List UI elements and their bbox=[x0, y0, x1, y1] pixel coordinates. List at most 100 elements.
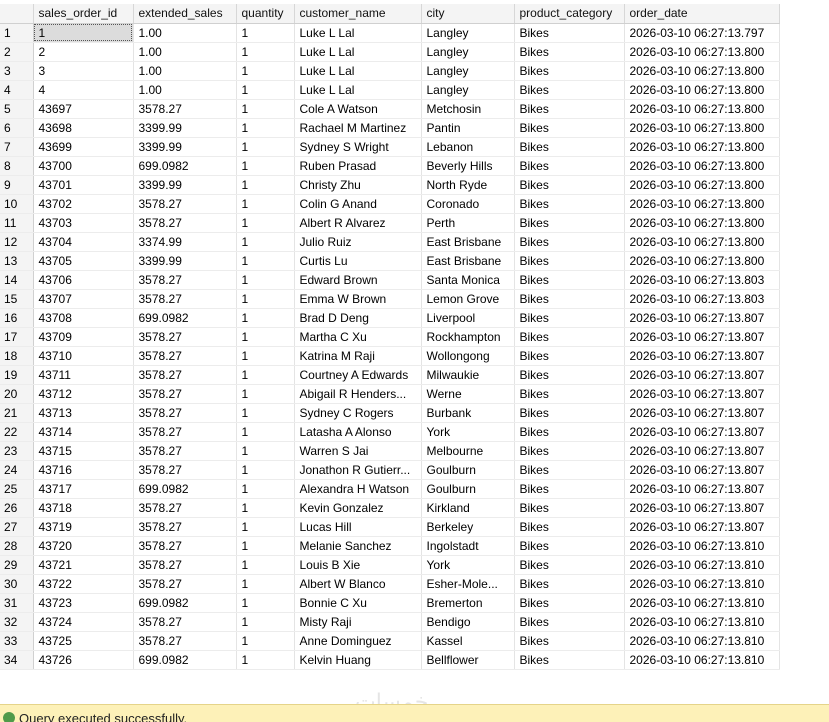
cell-city[interactable]: Langley bbox=[421, 23, 514, 42]
cell-customer-name[interactable]: Melanie Sanchez bbox=[294, 536, 421, 555]
cell-order-date[interactable]: 2026-03-10 06:27:13.807 bbox=[624, 517, 779, 536]
row-number[interactable]: 26 bbox=[0, 498, 33, 517]
cell-quantity[interactable]: 1 bbox=[236, 612, 294, 631]
table-row[interactable]: 23437153578.271Warren S JaiMelbourneBike… bbox=[0, 441, 779, 460]
row-number[interactable]: 7 bbox=[0, 137, 33, 156]
cell-order-date[interactable]: 2026-03-10 06:27:13.800 bbox=[624, 251, 779, 270]
cell-city[interactable]: East Brisbane bbox=[421, 251, 514, 270]
cell-city[interactable]: Melbourne bbox=[421, 441, 514, 460]
column-header-sales-order-id[interactable]: sales_order_id bbox=[33, 4, 133, 23]
cell-product-category[interactable]: Bikes bbox=[514, 80, 624, 99]
cell-order-date[interactable]: 2026-03-10 06:27:13.800 bbox=[624, 80, 779, 99]
cell-extended-sales[interactable]: 3399.99 bbox=[133, 251, 236, 270]
cell-product-category[interactable]: Bikes bbox=[514, 270, 624, 289]
cell-quantity[interactable]: 1 bbox=[236, 365, 294, 384]
cell-customer-name[interactable]: Kevin Gonzalez bbox=[294, 498, 421, 517]
row-number[interactable]: 17 bbox=[0, 327, 33, 346]
cell-extended-sales[interactable]: 3578.27 bbox=[133, 346, 236, 365]
cell-order-date[interactable]: 2026-03-10 06:27:13.800 bbox=[624, 156, 779, 175]
cell-extended-sales[interactable]: 3399.99 bbox=[133, 118, 236, 137]
cell-extended-sales[interactable]: 3578.27 bbox=[133, 403, 236, 422]
cell-quantity[interactable]: 1 bbox=[236, 156, 294, 175]
row-number[interactable]: 5 bbox=[0, 99, 33, 118]
cell-order-date[interactable]: 2026-03-10 06:27:13.800 bbox=[624, 99, 779, 118]
cell-city[interactable]: Lemon Grove bbox=[421, 289, 514, 308]
cell-extended-sales[interactable]: 3578.27 bbox=[133, 194, 236, 213]
cell-extended-sales[interactable]: 1.00 bbox=[133, 42, 236, 61]
cell-product-category[interactable]: Bikes bbox=[514, 403, 624, 422]
cell-sales-order-id[interactable]: 43699 bbox=[33, 137, 133, 156]
cell-city[interactable]: Milwaukie bbox=[421, 365, 514, 384]
cell-city[interactable]: Santa Monica bbox=[421, 270, 514, 289]
table-row[interactable]: 24437163578.271Jonathon R Gutierr...Goul… bbox=[0, 460, 779, 479]
cell-customer-name[interactable]: Warren S Jai bbox=[294, 441, 421, 460]
cell-quantity[interactable]: 1 bbox=[236, 80, 294, 99]
cell-product-category[interactable]: Bikes bbox=[514, 99, 624, 118]
cell-order-date[interactable]: 2026-03-10 06:27:13.797 bbox=[624, 23, 779, 42]
cell-customer-name[interactable]: Edward Brown bbox=[294, 270, 421, 289]
cell-city[interactable]: Pantin bbox=[421, 118, 514, 137]
cell-quantity[interactable]: 1 bbox=[236, 194, 294, 213]
cell-product-category[interactable]: Bikes bbox=[514, 251, 624, 270]
table-row[interactable]: 441.001Luke L LalLangleyBikes2026-03-10 … bbox=[0, 80, 779, 99]
cell-quantity[interactable]: 1 bbox=[236, 213, 294, 232]
cell-extended-sales[interactable]: 3578.27 bbox=[133, 213, 236, 232]
cell-sales-order-id[interactable]: 43721 bbox=[33, 555, 133, 574]
cell-sales-order-id[interactable]: 43724 bbox=[33, 612, 133, 631]
cell-customer-name[interactable]: Lucas Hill bbox=[294, 517, 421, 536]
cell-order-date[interactable]: 2026-03-10 06:27:13.800 bbox=[624, 118, 779, 137]
cell-product-category[interactable]: Bikes bbox=[514, 631, 624, 650]
cell-quantity[interactable]: 1 bbox=[236, 232, 294, 251]
row-number[interactable]: 18 bbox=[0, 346, 33, 365]
cell-customer-name[interactable]: Jonathon R Gutierr... bbox=[294, 460, 421, 479]
cell-customer-name[interactable]: Rachael M Martinez bbox=[294, 118, 421, 137]
cell-customer-name[interactable]: Emma W Brown bbox=[294, 289, 421, 308]
cell-product-category[interactable]: Bikes bbox=[514, 232, 624, 251]
cell-order-date[interactable]: 2026-03-10 06:27:13.810 bbox=[624, 631, 779, 650]
cell-customer-name[interactable]: Colin G Anand bbox=[294, 194, 421, 213]
cell-quantity[interactable]: 1 bbox=[236, 289, 294, 308]
cell-quantity[interactable]: 1 bbox=[236, 384, 294, 403]
cell-extended-sales[interactable]: 3578.27 bbox=[133, 99, 236, 118]
cell-order-date[interactable]: 2026-03-10 06:27:13.807 bbox=[624, 479, 779, 498]
table-row[interactable]: 111.001Luke L LalLangleyBikes2026-03-10 … bbox=[0, 23, 779, 42]
cell-customer-name[interactable]: Albert W Blanco bbox=[294, 574, 421, 593]
cell-quantity[interactable]: 1 bbox=[236, 479, 294, 498]
row-number[interactable]: 2 bbox=[0, 42, 33, 61]
cell-city[interactable]: Wollongong bbox=[421, 346, 514, 365]
cell-extended-sales[interactable]: 3578.27 bbox=[133, 517, 236, 536]
cell-product-category[interactable]: Bikes bbox=[514, 650, 624, 669]
cell-city[interactable]: Coronado bbox=[421, 194, 514, 213]
cell-city[interactable]: Bendigo bbox=[421, 612, 514, 631]
row-number[interactable]: 10 bbox=[0, 194, 33, 213]
cell-extended-sales[interactable]: 3578.27 bbox=[133, 289, 236, 308]
cell-extended-sales[interactable]: 3578.27 bbox=[133, 555, 236, 574]
cell-extended-sales[interactable]: 1.00 bbox=[133, 23, 236, 42]
cell-customer-name[interactable]: Martha C Xu bbox=[294, 327, 421, 346]
cell-sales-order-id[interactable]: 43716 bbox=[33, 460, 133, 479]
cell-product-category[interactable]: Bikes bbox=[514, 42, 624, 61]
row-number[interactable]: 15 bbox=[0, 289, 33, 308]
cell-sales-order-id[interactable]: 43719 bbox=[33, 517, 133, 536]
cell-customer-name[interactable]: Alexandra H Watson bbox=[294, 479, 421, 498]
cell-order-date[interactable]: 2026-03-10 06:27:13.810 bbox=[624, 555, 779, 574]
cell-city[interactable]: Bremerton bbox=[421, 593, 514, 612]
results-grid[interactable]: sales_order_idextended_salesquantitycust… bbox=[0, 0, 829, 704]
cell-city[interactable]: Goulburn bbox=[421, 460, 514, 479]
cell-order-date[interactable]: 2026-03-10 06:27:13.803 bbox=[624, 270, 779, 289]
cell-city[interactable]: Rockhampton bbox=[421, 327, 514, 346]
cell-quantity[interactable]: 1 bbox=[236, 650, 294, 669]
row-number[interactable]: 3 bbox=[0, 61, 33, 80]
cell-order-date[interactable]: 2026-03-10 06:27:13.800 bbox=[624, 175, 779, 194]
row-number[interactable]: 12 bbox=[0, 232, 33, 251]
row-number[interactable]: 28 bbox=[0, 536, 33, 555]
cell-order-date[interactable]: 2026-03-10 06:27:13.807 bbox=[624, 460, 779, 479]
cell-extended-sales[interactable]: 699.0982 bbox=[133, 650, 236, 669]
cell-extended-sales[interactable]: 1.00 bbox=[133, 80, 236, 99]
cell-extended-sales[interactable]: 3578.27 bbox=[133, 384, 236, 403]
cell-customer-name[interactable]: Luke L Lal bbox=[294, 42, 421, 61]
cell-extended-sales[interactable]: 699.0982 bbox=[133, 479, 236, 498]
table-row[interactable]: 5436973578.271Cole A WatsonMetchosinBike… bbox=[0, 99, 779, 118]
cell-order-date[interactable]: 2026-03-10 06:27:13.807 bbox=[624, 327, 779, 346]
cell-customer-name[interactable]: Louis B Xie bbox=[294, 555, 421, 574]
